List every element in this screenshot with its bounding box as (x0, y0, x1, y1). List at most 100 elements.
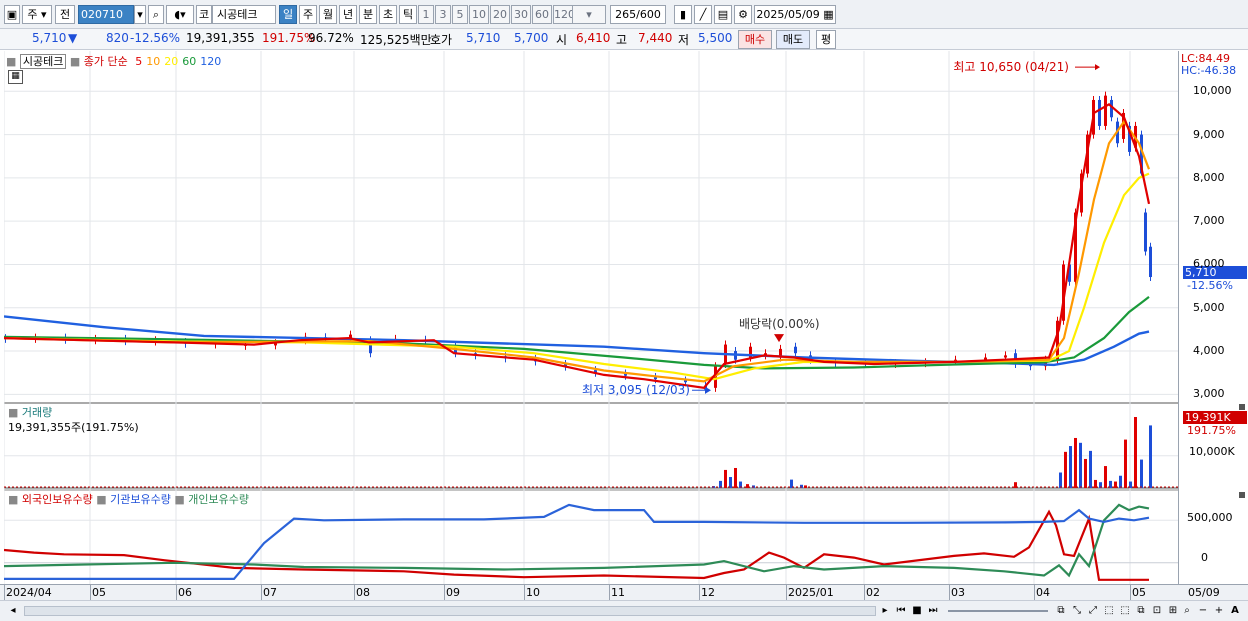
price-y-tick: 10,000 (1193, 84, 1232, 98)
panel-close-icon[interactable] (1239, 404, 1245, 410)
scroll-right-icon[interactable]: ▸ (878, 604, 892, 618)
save-icon[interactable]: ▤ (714, 5, 732, 24)
candle-icon[interactable]: ▮ (674, 5, 692, 24)
font-size-icon[interactable]: A (1228, 604, 1242, 618)
eval-button[interactable]: 평 (816, 30, 836, 49)
open-price: 6,410 (576, 31, 611, 45)
interval-tab-20[interactable]: 20 (490, 5, 510, 24)
grid-table-icon[interactable]: ▦ (8, 70, 23, 84)
x-axis-label: 09 (446, 586, 460, 599)
period-tab-1[interactable]: 주 (299, 5, 317, 24)
x-axis-tick (4, 585, 5, 600)
count-field[interactable]: 265/600 (610, 5, 666, 24)
candle (1149, 246, 1152, 278)
x-axis-tick (261, 585, 262, 600)
current-price: 5,710 (32, 31, 67, 45)
x-axis-tick (354, 585, 355, 600)
forward-icon[interactable]: ⏭ (926, 604, 940, 618)
market-button[interactable]: 코 (196, 5, 212, 24)
x-axis-label: 11 (611, 586, 625, 599)
tool-icon[interactable]: ⊡ (1150, 604, 1164, 618)
date-field[interactable]: 2025/05/09 ▦ (754, 5, 836, 24)
interval-select[interactable]: ▾ (572, 5, 606, 24)
window-icon[interactable]: ▣ (4, 5, 20, 24)
quote-bar: 5,710 ▼ 820 -12.56% 19,391,355 191.75% 9… (0, 29, 1248, 50)
x-axis-tick (176, 585, 177, 600)
buy-button[interactable]: 매수 (738, 30, 772, 49)
period-tab-0[interactable]: 일 (279, 5, 297, 24)
period-tab-5[interactable]: 초 (379, 5, 397, 24)
hoga-label: 호가 (430, 33, 453, 47)
period-tab-4[interactable]: 분 (359, 5, 377, 24)
horizontal-scrollbar[interactable] (24, 606, 876, 616)
period-tab-3[interactable]: 년 (339, 5, 357, 24)
speaker-icon[interactable]: ◖▾ (166, 5, 194, 24)
volume-tag: 19,391K (1183, 411, 1247, 424)
x-axis-tick (1034, 585, 1035, 600)
rewind-icon[interactable]: ⏮ (894, 604, 908, 618)
price-tag-pct: -12.56% (1187, 279, 1233, 292)
volume-bar (1079, 442, 1082, 488)
zoom-slider[interactable] (948, 610, 1048, 612)
holdings-legend: ■ 외국인보유수량 ■ 기관보유수량 ■ 개인보유수량 (8, 493, 250, 506)
volume-value: 19,391,355 (186, 31, 255, 45)
volume-bar (724, 469, 727, 488)
interval-tab-3[interactable]: 3 (435, 5, 451, 24)
tool-icon[interactable]: ⊞ (1166, 604, 1180, 618)
high-annotation: 최고 10,650 (04/21) (953, 60, 1069, 74)
volume-bar (1149, 425, 1152, 488)
sell-button[interactable]: 매도 (776, 30, 810, 49)
x-axis-label: 12 (701, 586, 715, 599)
hc-label: HC:-46.38 (1181, 64, 1237, 77)
search-icon[interactable]: ⌕ (148, 5, 164, 24)
tool-icon[interactable]: ⧉ (1054, 604, 1068, 618)
x-axis-tick (524, 585, 525, 600)
x-axis-label: 07 (263, 586, 277, 599)
ma-legend: 5 10 20 60 120 (131, 55, 221, 68)
panel-close-icon[interactable] (1239, 492, 1245, 498)
prev-button[interactable]: 전 (55, 5, 75, 24)
price-y-tick: 7,000 (1193, 214, 1225, 228)
stop-icon[interactable]: ■ (910, 604, 924, 618)
period-tab-2[interactable]: 월 (319, 5, 337, 24)
price-y-tick: 3,000 (1193, 387, 1225, 401)
volume-tag-pct: 191.75% (1187, 424, 1236, 437)
ma-legend-60: 60 (182, 55, 197, 68)
dividend-annotation: 배당락(0.00%) (739, 317, 820, 331)
tool-icon[interactable]: ⬚ (1102, 604, 1116, 618)
zoom-in-icon[interactable]: + (1212, 604, 1226, 618)
candle (1104, 95, 1107, 126)
legend-ma-label: 종가 단순 (83, 55, 128, 68)
period-tab-6[interactable]: 틱 (399, 5, 417, 24)
tool-icon[interactable]: ⧉ (1134, 604, 1148, 618)
low-label: 저 (678, 33, 690, 47)
interval-tab-5[interactable]: 5 (452, 5, 468, 24)
ma-legend-10: 10 (146, 55, 161, 68)
x-axis-tick (864, 585, 865, 600)
tool-icon[interactable]: ⤢ (1086, 604, 1100, 618)
interval-tab-10[interactable]: 10 (469, 5, 489, 24)
x-axis-label: 2024/04 (6, 586, 52, 599)
code-dropdown-icon[interactable]: ▾ (134, 5, 146, 24)
interval-tab-1[interactable]: 1 (418, 5, 434, 24)
scroll-left-icon[interactable]: ◂ (6, 604, 20, 618)
volume-bar (1124, 439, 1127, 488)
interval-tab-30[interactable]: 30 (511, 5, 531, 24)
zoom-search-icon[interactable]: ⌕ (1180, 604, 1194, 618)
stock-name-field[interactable]: 시공테크 (212, 5, 276, 24)
volume-bar (1069, 446, 1072, 488)
volume-bar (1104, 466, 1107, 488)
volume-bar (1064, 451, 1067, 488)
price-y-tick: 6,000 (1193, 257, 1225, 271)
period-select[interactable]: 주 ▾ (22, 5, 52, 24)
tool-icon[interactable]: ⬚ (1118, 604, 1132, 618)
volume-bar (1084, 458, 1087, 488)
x-axis-tick (699, 585, 700, 600)
settings-gear-icon[interactable]: ⚙ (734, 5, 752, 24)
zoom-out-icon[interactable]: − (1196, 604, 1210, 618)
code-input[interactable]: 020710 (78, 5, 134, 24)
line-tool-icon[interactable]: ╱ (694, 5, 712, 24)
interval-tab-60[interactable]: 60 (532, 5, 552, 24)
high-price: 7,440 (638, 31, 673, 45)
tool-icon[interactable]: ⤡ (1070, 604, 1084, 618)
